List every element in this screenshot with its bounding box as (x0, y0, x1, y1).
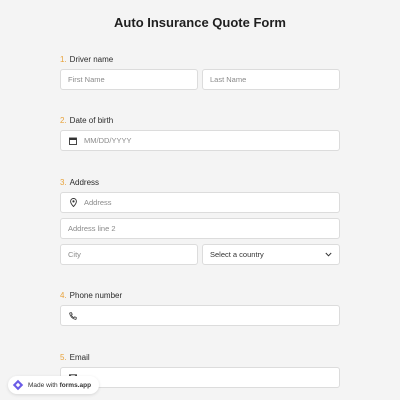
form-title: Auto Insurance Quote Form (114, 15, 286, 30)
question-email: 5. Email (60, 353, 90, 362)
city-placeholder: City (68, 250, 81, 259)
question-phone-number: 4. Phone number (60, 291, 122, 300)
question-number: 1. (60, 55, 67, 64)
question-date-of-birth: 2. Date of birth (60, 116, 113, 125)
question-label: Date of birth (69, 116, 114, 125)
question-number: 4. (60, 291, 67, 300)
first-name-input[interactable]: First Name (60, 69, 198, 90)
address-placeholder: Address (84, 198, 112, 207)
badge-made-with: Made with (28, 381, 58, 389)
city-input[interactable]: City (60, 244, 198, 265)
country-select[interactable]: Select a country (202, 244, 340, 265)
question-driver-name: 1. Driver name (60, 55, 113, 64)
first-name-placeholder: First Name (68, 75, 105, 84)
last-name-placeholder: Last Name (210, 75, 247, 84)
last-name-input[interactable]: Last Name (202, 69, 340, 90)
chevron-down-icon (325, 250, 332, 259)
location-pin-icon (68, 198, 78, 208)
address-input[interactable]: Address (60, 192, 340, 213)
question-label: Address (69, 178, 100, 187)
address-line-2-input[interactable]: Address line 2 (60, 218, 340, 239)
email-input[interactable] (60, 367, 340, 388)
badge-brand: forms.app (59, 381, 92, 389)
question-number: 5. (60, 353, 67, 362)
country-select-value: Select a country (210, 250, 264, 259)
question-label: Driver name (69, 55, 114, 64)
forms-app-logo-icon (12, 379, 24, 391)
calendar-icon (68, 136, 78, 146)
question-address: 3. Address (60, 178, 99, 187)
date-of-birth-input[interactable]: MM/DD/YYYY (60, 130, 340, 151)
question-label: Phone number (69, 291, 123, 300)
dob-placeholder: MM/DD/YYYY (84, 136, 132, 145)
phone-icon (68, 311, 78, 321)
phone-input[interactable] (60, 305, 340, 326)
question-label: Email (69, 353, 90, 362)
made-with-forms-app-badge[interactable]: Made with forms.app (8, 376, 100, 394)
address-line-2-placeholder: Address line 2 (68, 224, 116, 233)
question-number: 2. (60, 116, 67, 125)
question-number: 3. (60, 178, 67, 187)
